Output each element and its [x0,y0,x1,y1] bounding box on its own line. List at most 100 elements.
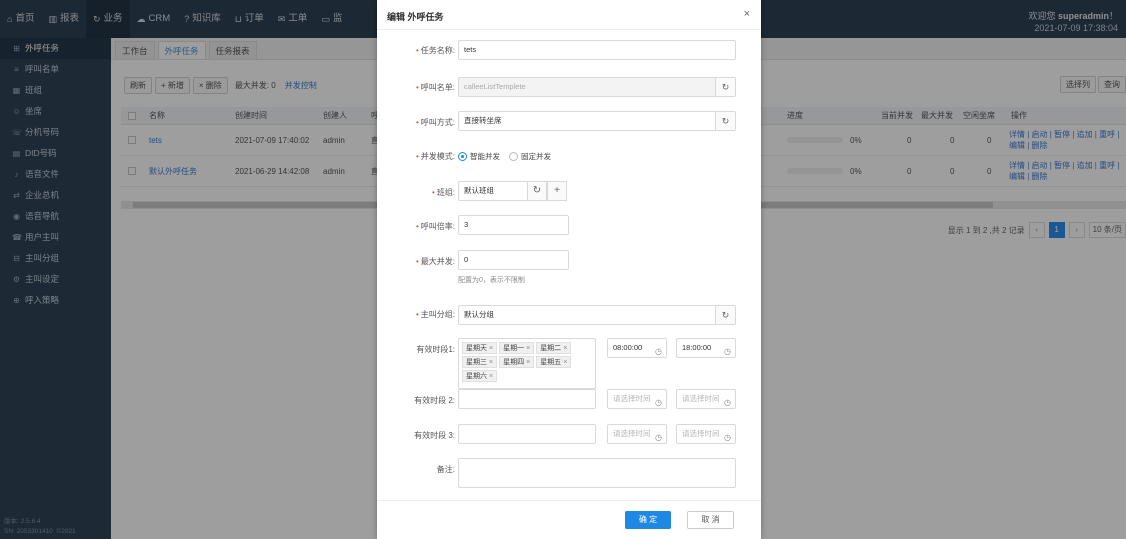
radio-smart-concurrency[interactable]: 智能并发 [458,151,500,162]
call-list-label: • 呼叫名单: [407,82,455,93]
concurrency-mode-label: • 并发模式: [407,151,455,162]
remark-textarea[interactable] [458,458,736,488]
label-text: 班组: [436,188,455,197]
day-tag: 星期二 × [536,342,572,354]
day-tag-label: 星期天 [466,345,487,352]
team-select[interactable]: 默认班组 [458,181,528,201]
dialog-footer: 确 定 取 消 [377,500,761,539]
remove-tag-icon[interactable]: × [526,345,530,352]
period2-start-time[interactable]: 请选择时间 ◷ [607,389,667,409]
max-concurrency-label: • 最大并发: [407,256,455,267]
period3-label: 有效时段 3: [414,431,455,440]
remove-tag-icon[interactable]: × [563,359,567,366]
period1-end-time[interactable]: 18:00:00 ◷ [676,338,736,358]
remove-tag-icon[interactable]: × [489,359,493,366]
task-name-input[interactable]: tets [458,40,736,60]
day-tag: 星期三 × [462,356,498,368]
required-mark: • [415,118,419,127]
call-list-select[interactable]: calleeListTemplete ↻ [458,77,736,97]
period3-days-select[interactable] [458,424,596,444]
day-tag-label: 星期四 [503,359,525,366]
label-text: 主叫分组: [420,310,455,319]
edit-task-dialog: 编辑 外呼任务 × • 任务名称: tets • 呼叫名单: calleeListT… [377,0,761,539]
call-mode-select[interactable]: 直接转坐席 ↻ [458,111,736,131]
required-mark: • [415,83,419,92]
radio-label: 固定并发 [521,152,551,161]
task-name-label: • 任务名称: [407,45,455,56]
call-list-value: calleeListTemplete [464,82,526,91]
caller-group-value: 默认分组 [464,310,494,319]
day-tag-label: 星期二 [540,345,562,352]
dialog-title: 编辑 外呼任务 [387,12,444,22]
day-tag: 星期六 × [462,370,498,382]
period3-start-time[interactable]: 请选择时间 ◷ [607,424,667,444]
plus-icon[interactable]: + [547,181,567,201]
required-mark: • [415,310,419,319]
label-text: 呼叫方式: [420,118,455,127]
dialog-header: 编辑 外呼任务 × [377,0,761,30]
time-placeholder: 请选择时间 [613,394,651,403]
required-mark: • [431,188,435,197]
label-text: 并发模式: [420,152,455,161]
day-tag: 星期四 × [499,356,535,368]
day-tag: 星期一 × [499,342,535,354]
max-concurrency-input[interactable]: 0 [458,250,569,270]
time-placeholder: 请选择时间 [682,429,720,438]
label-text: 呼叫倍率: [420,222,455,231]
day-tag-label: 星期五 [540,359,562,366]
remark-label: 备注: [436,465,455,474]
remove-tag-icon[interactable]: × [489,345,493,352]
team-label: • 班组: [407,187,455,198]
period2-label: 有效时段 2: [414,396,455,405]
label-text: 最大并发: [420,257,455,266]
period3-end-time[interactable]: 请选择时间 ◷ [676,424,736,444]
period2-end-time[interactable]: 请选择时间 ◷ [676,389,736,409]
day-tag-label: 星期六 [466,373,487,380]
label-text: 任务名称: [420,46,455,55]
clock-icon: ◷ [724,347,731,356]
time-placeholder: 请选择时间 [613,429,651,438]
call-mode-value: 直接转坐席 [464,116,502,125]
call-ratio-input[interactable]: 3 [458,215,569,235]
day-tag: 星期天 × [462,342,498,354]
remove-tag-icon[interactable]: × [526,359,530,366]
refresh-icon[interactable]: ↻ [715,112,735,130]
required-mark: • [415,46,419,55]
time-value: 18:00:00 [682,343,712,352]
time-placeholder: 请选择时间 [682,394,720,403]
day-tag-label: 星期一 [503,345,525,352]
period1-label: 有效时段1: [416,345,455,354]
close-icon[interactable]: × [744,8,750,20]
refresh-icon[interactable]: ↻ [715,78,735,96]
caller-group-select[interactable]: 默认分组 ↻ [458,305,736,325]
refresh-icon[interactable]: ↻ [527,181,547,201]
confirm-button[interactable]: 确 定 [625,511,671,529]
refresh-icon[interactable]: ↻ [715,306,735,324]
clock-icon: ◷ [724,433,731,442]
period1-days-select[interactable]: 星期天 × 星期一 × 星期二 ×星期三 × 星期四 × 星期五 ×星期六 × [458,338,596,389]
radio-fixed-concurrency[interactable]: 固定并发 [509,151,551,162]
radio-label: 智能并发 [470,152,500,161]
max-concurrency-hint: 配置为0，表示不限制 [458,277,525,284]
radio-dot[interactable] [458,152,467,161]
call-mode-label: • 呼叫方式: [407,117,455,128]
clock-icon: ◷ [724,398,731,407]
required-mark: • [415,152,419,161]
clock-icon: ◷ [655,347,662,356]
caller-group-label: • 主叫分组: [407,309,455,320]
day-tag: 星期五 × [536,356,572,368]
remove-tag-icon[interactable]: × [489,373,493,380]
radio-dot[interactable] [509,152,518,161]
period1-start-time[interactable]: 08:00:00 ◷ [607,338,667,358]
time-value: 08:00:00 [613,343,643,352]
required-mark: • [415,222,419,231]
day-tag-label: 星期三 [466,359,487,366]
clock-icon: ◷ [655,398,662,407]
clock-icon: ◷ [655,433,662,442]
cancel-button[interactable]: 取 消 [687,511,734,529]
required-mark: • [415,257,419,266]
label-text: 呼叫名单: [420,83,455,92]
call-ratio-label: • 呼叫倍率: [407,221,455,232]
period2-days-select[interactable] [458,389,596,409]
remove-tag-icon[interactable]: × [563,345,567,352]
